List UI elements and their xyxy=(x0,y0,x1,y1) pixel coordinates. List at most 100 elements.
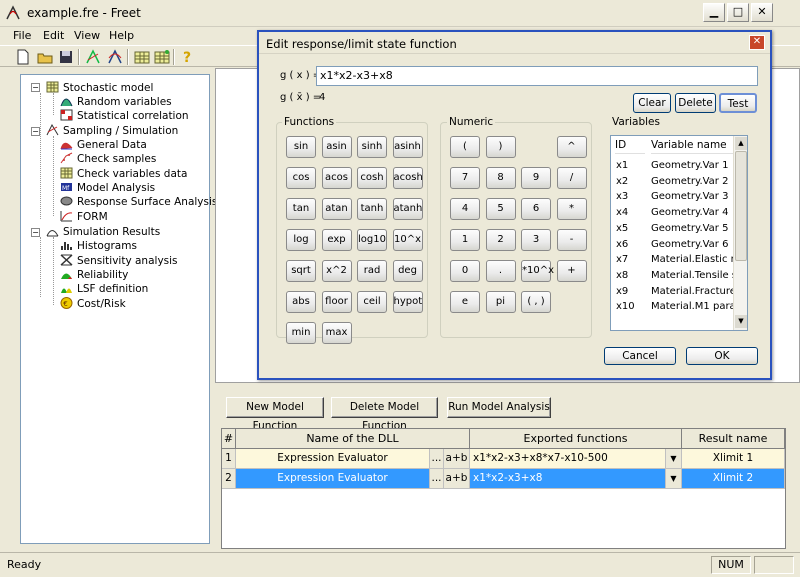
variable-id[interactable]: x2 xyxy=(616,174,628,190)
numeric-key-6[interactable]: 9 xyxy=(521,167,551,189)
variable-id[interactable]: x7 xyxy=(616,252,628,268)
scroll-down-arrow-icon[interactable]: ▼ xyxy=(735,315,747,328)
tree-item-lsf-definition[interactable]: LSF definition xyxy=(60,282,148,296)
function-key-20[interactable]: abs xyxy=(286,291,316,313)
help-icon[interactable]: ? xyxy=(178,48,196,66)
function-key-3[interactable]: asinh xyxy=(392,136,423,158)
variable-id[interactable]: x5 xyxy=(616,221,628,237)
variable-id[interactable]: x1 xyxy=(616,158,628,174)
tree-item-sampling-simulation[interactable]: Sampling / Simulation xyxy=(46,124,178,138)
variable-name[interactable]: Geometry.Var 5 xyxy=(651,221,733,237)
maximize-button[interactable]: □ xyxy=(727,3,749,22)
function-key-2[interactable]: sinh xyxy=(357,136,387,158)
new-file-icon[interactable] xyxy=(14,48,32,66)
numeric-key-7[interactable]: / xyxy=(556,167,587,189)
tree-item-check-variables-data[interactable]: Check variables data xyxy=(60,167,187,181)
variable-name[interactable]: Material.Elastic mo xyxy=(651,252,733,268)
tree-collapse-toggle[interactable]: − xyxy=(31,127,40,136)
tree-item-check-samples[interactable]: Check samples xyxy=(60,152,156,166)
function-key-10[interactable]: tanh xyxy=(357,198,387,220)
menu-edit[interactable]: Edit xyxy=(43,29,64,42)
function-expression-input[interactable]: x1*x2-x3+x8 xyxy=(316,66,758,86)
test-button[interactable]: Test xyxy=(719,93,757,113)
numeric-key-13[interactable]: 2 xyxy=(485,229,516,251)
table-icon[interactable] xyxy=(133,48,151,66)
delete-model-function-button[interactable]: Delete Model Function xyxy=(331,397,438,432)
function-key-24[interactable]: min xyxy=(286,322,316,344)
result-name-cell[interactable]: Xlimit 1 xyxy=(682,449,785,469)
numeric-key-12[interactable]: 1 xyxy=(450,229,480,251)
tree-item-response-surface-analysis[interactable]: Response Surface Analysis xyxy=(60,195,217,209)
new-model-function-button[interactable]: New Model Function xyxy=(226,397,324,432)
menu-view[interactable]: View xyxy=(74,29,100,42)
function-key-25[interactable]: max xyxy=(321,322,352,344)
tree-item-general-data[interactable]: General Data xyxy=(60,138,147,152)
numeric-key-16[interactable]: 0 xyxy=(450,260,480,282)
dll-name-cell[interactable]: Expression Evaluator xyxy=(236,449,430,469)
numeric-key-11[interactable]: * xyxy=(556,198,587,220)
function-key-4[interactable]: cos xyxy=(286,167,316,189)
tree-collapse-toggle[interactable]: − xyxy=(31,228,40,237)
scrollbar-thumb[interactable] xyxy=(735,151,747,261)
resize-grip[interactable] xyxy=(754,556,794,574)
run-model-analysis-button[interactable]: Run Model Analysis xyxy=(447,397,551,418)
edit-expression-button[interactable]: a+b xyxy=(444,449,470,469)
numeric-key-21[interactable]: pi xyxy=(485,291,516,313)
numeric-key-15[interactable]: - xyxy=(556,229,587,251)
variable-id[interactable]: x10 xyxy=(616,299,635,315)
variable-name[interactable]: Material.M1 param xyxy=(651,299,733,315)
menu-file[interactable]: File xyxy=(13,29,31,42)
variable-id[interactable]: x3 xyxy=(616,189,628,205)
function-key-7[interactable]: acosh xyxy=(392,167,423,189)
function-key-0[interactable]: sin xyxy=(286,136,316,158)
variable-id[interactable]: x9 xyxy=(616,284,628,300)
dialog-close-button[interactable]: ✕ xyxy=(749,35,765,50)
numeric-key-1[interactable]: ) xyxy=(485,136,516,158)
function-dropdown-button[interactable]: ▼ xyxy=(666,449,682,469)
numeric-key-18[interactable]: *10^x xyxy=(521,260,554,282)
function-key-14[interactable]: log10 xyxy=(357,229,387,251)
tree-item-random-variables[interactable]: Random variables xyxy=(60,95,172,109)
function-key-18[interactable]: rad xyxy=(357,260,387,282)
function-key-13[interactable]: exp xyxy=(321,229,352,251)
variable-name[interactable]: Geometry.Var 4 xyxy=(651,205,733,221)
variable-name[interactable]: Geometry.Var 2 xyxy=(651,174,733,190)
function-key-15[interactable]: 10^x xyxy=(392,229,423,251)
function-key-9[interactable]: atan xyxy=(321,198,352,220)
tree-item-cost-risk[interactable]: € Cost/Risk xyxy=(60,297,126,311)
function-key-12[interactable]: log xyxy=(286,229,316,251)
variable-name[interactable]: Material.Fracture e xyxy=(651,284,733,300)
dll-name-cell[interactable]: Expression Evaluator xyxy=(236,469,430,489)
variable-id[interactable]: x4 xyxy=(616,205,628,221)
variable-name[interactable]: Geometry.Var 1 xyxy=(651,158,733,174)
exported-function-cell[interactable]: x1*x2-x3+x8 xyxy=(470,469,666,489)
close-button[interactable]: ✕ xyxy=(751,3,773,22)
variable-id[interactable]: x6 xyxy=(616,237,628,253)
function-key-17[interactable]: x^2 xyxy=(321,260,352,282)
browse-dll-button[interactable]: ... xyxy=(430,449,444,469)
numeric-key-4[interactable]: 7 xyxy=(450,167,480,189)
function-key-21[interactable]: floor xyxy=(321,291,352,313)
function-dropdown-button[interactable]: ▼ xyxy=(666,469,682,489)
grid-icon[interactable] xyxy=(153,48,171,66)
variables-scrollbar[interactable]: ▲ ▼ xyxy=(733,136,747,330)
function-key-23[interactable]: hypot xyxy=(392,291,423,313)
browse-dll-button[interactable]: ... xyxy=(430,469,444,489)
cancel-button[interactable]: Cancel xyxy=(604,347,676,365)
tree-item-model-analysis[interactable]: Mf Model Analysis xyxy=(60,181,155,195)
function-key-6[interactable]: cosh xyxy=(357,167,387,189)
minimize-button[interactable]: ▁ xyxy=(703,3,725,22)
numeric-key-20[interactable]: e xyxy=(450,291,480,313)
function-key-8[interactable]: tan xyxy=(286,198,316,220)
delete-button[interactable]: Delete xyxy=(675,93,716,113)
exported-function-cell[interactable]: x1*x2-x3+x8*x7-x10-500 xyxy=(470,449,666,469)
variable-name[interactable]: Geometry.Var 3 xyxy=(651,189,733,205)
variable-name[interactable]: Geometry.Var 6 xyxy=(651,237,733,253)
splitter[interactable] xyxy=(215,383,800,389)
function-key-11[interactable]: atanh xyxy=(392,198,423,220)
tree-item-reliability[interactable]: Reliability xyxy=(60,268,128,282)
numeric-key-5[interactable]: 8 xyxy=(485,167,516,189)
variable-id[interactable]: x8 xyxy=(616,268,628,284)
numeric-key-14[interactable]: 3 xyxy=(521,229,551,251)
scroll-up-arrow-icon[interactable]: ▲ xyxy=(735,137,747,150)
